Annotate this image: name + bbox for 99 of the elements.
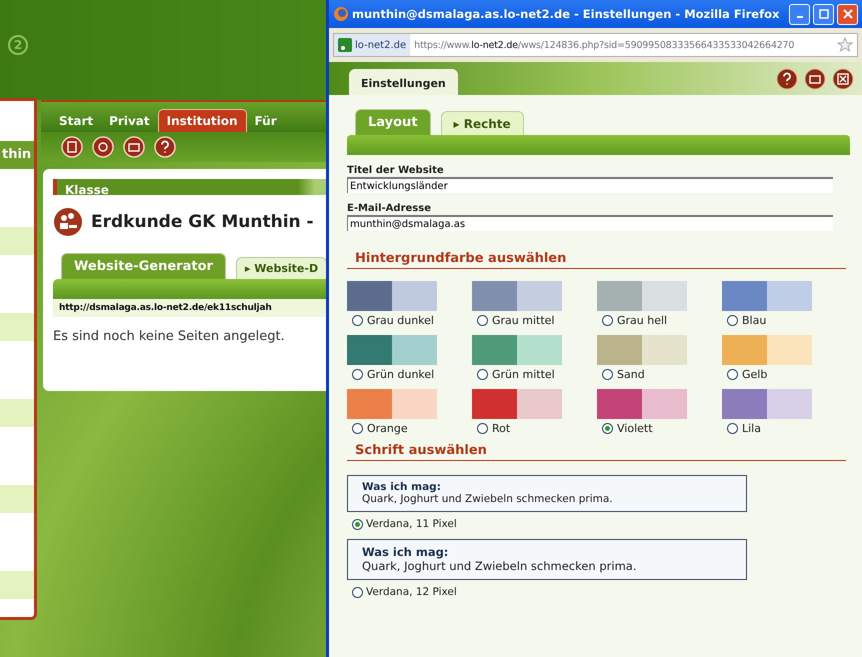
radio-button[interactable] — [352, 369, 363, 380]
maximize-icon — [818, 9, 828, 19]
option-label: Rot — [492, 422, 510, 435]
color-swatch[interactable] — [517, 335, 562, 365]
color-swatch[interactable] — [722, 389, 767, 419]
radio-button[interactable] — [477, 423, 488, 434]
printer-icon[interactable] — [123, 136, 145, 158]
color-swatch[interactable] — [347, 281, 392, 311]
class-group-icon — [53, 207, 83, 237]
color-swatch[interactable] — [722, 281, 767, 311]
section-header: Klasse — [64, 183, 109, 197]
close-button[interactable] — [837, 4, 858, 24]
preview-text: Quark, Joghurt und Zwiebeln schmecken prima. — [362, 559, 638, 573]
radio-button[interactable] — [727, 315, 738, 326]
radio-button[interactable] — [352, 586, 363, 598]
radio-button[interactable] — [477, 315, 488, 326]
option-label: Grün dunkel — [367, 368, 434, 381]
header-tab[interactable]: Einstellungen — [349, 69, 458, 95]
option-label: Verdana, 12 Pixel — [366, 586, 457, 598]
preview-heading: Was ich mag: — [362, 481, 442, 493]
radio-button[interactable] — [352, 423, 363, 434]
color-swatch[interactable] — [472, 335, 517, 365]
help-icon[interactable] — [776, 68, 798, 90]
nav-tab[interactable]: Für — [246, 110, 285, 132]
minimize-button[interactable] — [789, 4, 810, 24]
color-swatch[interactable] — [392, 335, 437, 365]
list-row[interactable] — [0, 313, 34, 341]
window-title: munthin@dsmalaga.as.lo-net2.de - Einstellungen - Mozilla Firefox — [352, 7, 780, 21]
color-swatch[interactable] — [517, 281, 562, 311]
empty-message: Es sind noch keine Seiten angelegt. — [53, 329, 286, 344]
option-label: Grau hell — [617, 314, 668, 327]
option-label: Violett — [617, 422, 653, 435]
color-swatch[interactable] — [597, 281, 642, 311]
color-swatch[interactable] — [642, 389, 687, 419]
color-swatch[interactable] — [642, 335, 687, 365]
radio-button[interactable] — [352, 315, 363, 326]
color-swatch[interactable] — [722, 335, 767, 365]
field-label: E-Mail-Adresse — [347, 203, 432, 214]
section-heading: Schrift auswählen — [347, 443, 846, 461]
printer-icon[interactable] — [804, 68, 826, 90]
preview-text: Quark, Joghurt und Zwiebeln schmecken prima. — [362, 493, 614, 505]
address-bar[interactable]: lo-net2.de https://www.lo-net2.de/wws/124836.php?sid=59099508333566433533042664270 — [333, 33, 858, 57]
radio-button[interactable] — [727, 423, 738, 434]
preview-heading: Was ich mag: — [362, 545, 450, 559]
color-swatch[interactable] — [347, 389, 392, 419]
url-text: https://www.lo-net2.de/wws/124836.php?sid=59099508333566433533042664270 — [414, 40, 796, 50]
disc-icon[interactable] — [92, 136, 114, 158]
input-field[interactable]: Entwicklungsländer — [347, 177, 833, 193]
list-row[interactable] — [0, 227, 34, 255]
color-swatch[interactable] — [472, 389, 517, 419]
option-label: Sand — [617, 368, 645, 381]
color-swatch[interactable] — [767, 389, 812, 419]
radio-button[interactable] — [602, 369, 613, 380]
option-label: Verdana, 11 Pixel — [366, 518, 457, 530]
section-heading: Hintergrundfarbe auswählen — [347, 251, 846, 269]
color-swatch[interactable] — [597, 335, 642, 365]
color-swatch[interactable] — [642, 281, 687, 311]
star-icon[interactable] — [837, 37, 853, 53]
color-swatch[interactable] — [392, 389, 437, 419]
radio-button[interactable] — [602, 423, 613, 434]
tab[interactable]: ▸ Rechte — [440, 111, 524, 135]
list-row[interactable] — [0, 399, 34, 427]
close-icon[interactable] — [832, 68, 854, 90]
radio-button[interactable] — [602, 315, 613, 326]
option-label: Orange — [367, 422, 408, 435]
option-label: Gelb — [742, 368, 768, 381]
nav-tab[interactable]: Start — [51, 110, 102, 132]
browser-logo-icon — [333, 6, 349, 22]
input-field[interactable]: munthin@dsmalaga.as — [347, 215, 833, 231]
document-icon[interactable] — [61, 136, 83, 158]
option-label: Grau dunkel — [367, 314, 434, 327]
site-icon — [338, 38, 352, 52]
color-swatch[interactable] — [472, 281, 517, 311]
minimize-icon — [796, 16, 802, 18]
color-swatch[interactable] — [347, 335, 392, 365]
color-swatch[interactable] — [392, 281, 437, 311]
radio-button[interactable] — [352, 518, 363, 530]
option-label: Grau mittel — [492, 314, 554, 327]
color-swatch[interactable] — [767, 335, 812, 365]
color-swatch[interactable] — [517, 389, 562, 419]
option-label: Grün mittel — [492, 368, 555, 381]
site-identity-badge[interactable]: lo-net2.de — [334, 34, 410, 56]
nav-tab[interactable]: Privat — [101, 110, 158, 132]
radio-button[interactable] — [477, 369, 488, 380]
close-icon — [842, 9, 852, 19]
maximize-button[interactable] — [813, 4, 834, 24]
logo-mark: 2 — [8, 35, 28, 55]
help-icon[interactable] — [154, 136, 176, 158]
option-label: Blau — [742, 314, 766, 327]
field-label: Titel der Website — [347, 165, 445, 176]
color-swatch[interactable] — [597, 389, 642, 419]
list-row[interactable] — [0, 485, 34, 513]
page-title: Erdkunde GK Munthin - — [91, 212, 314, 232]
nav-tab[interactable]: Institution — [158, 109, 247, 132]
option-label: Lila — [742, 422, 761, 435]
tab[interactable]: ▸ Website-D — [236, 257, 328, 279]
list-row[interactable] — [0, 571, 34, 599]
color-swatch[interactable] — [767, 281, 812, 311]
radio-button[interactable] — [727, 369, 738, 380]
